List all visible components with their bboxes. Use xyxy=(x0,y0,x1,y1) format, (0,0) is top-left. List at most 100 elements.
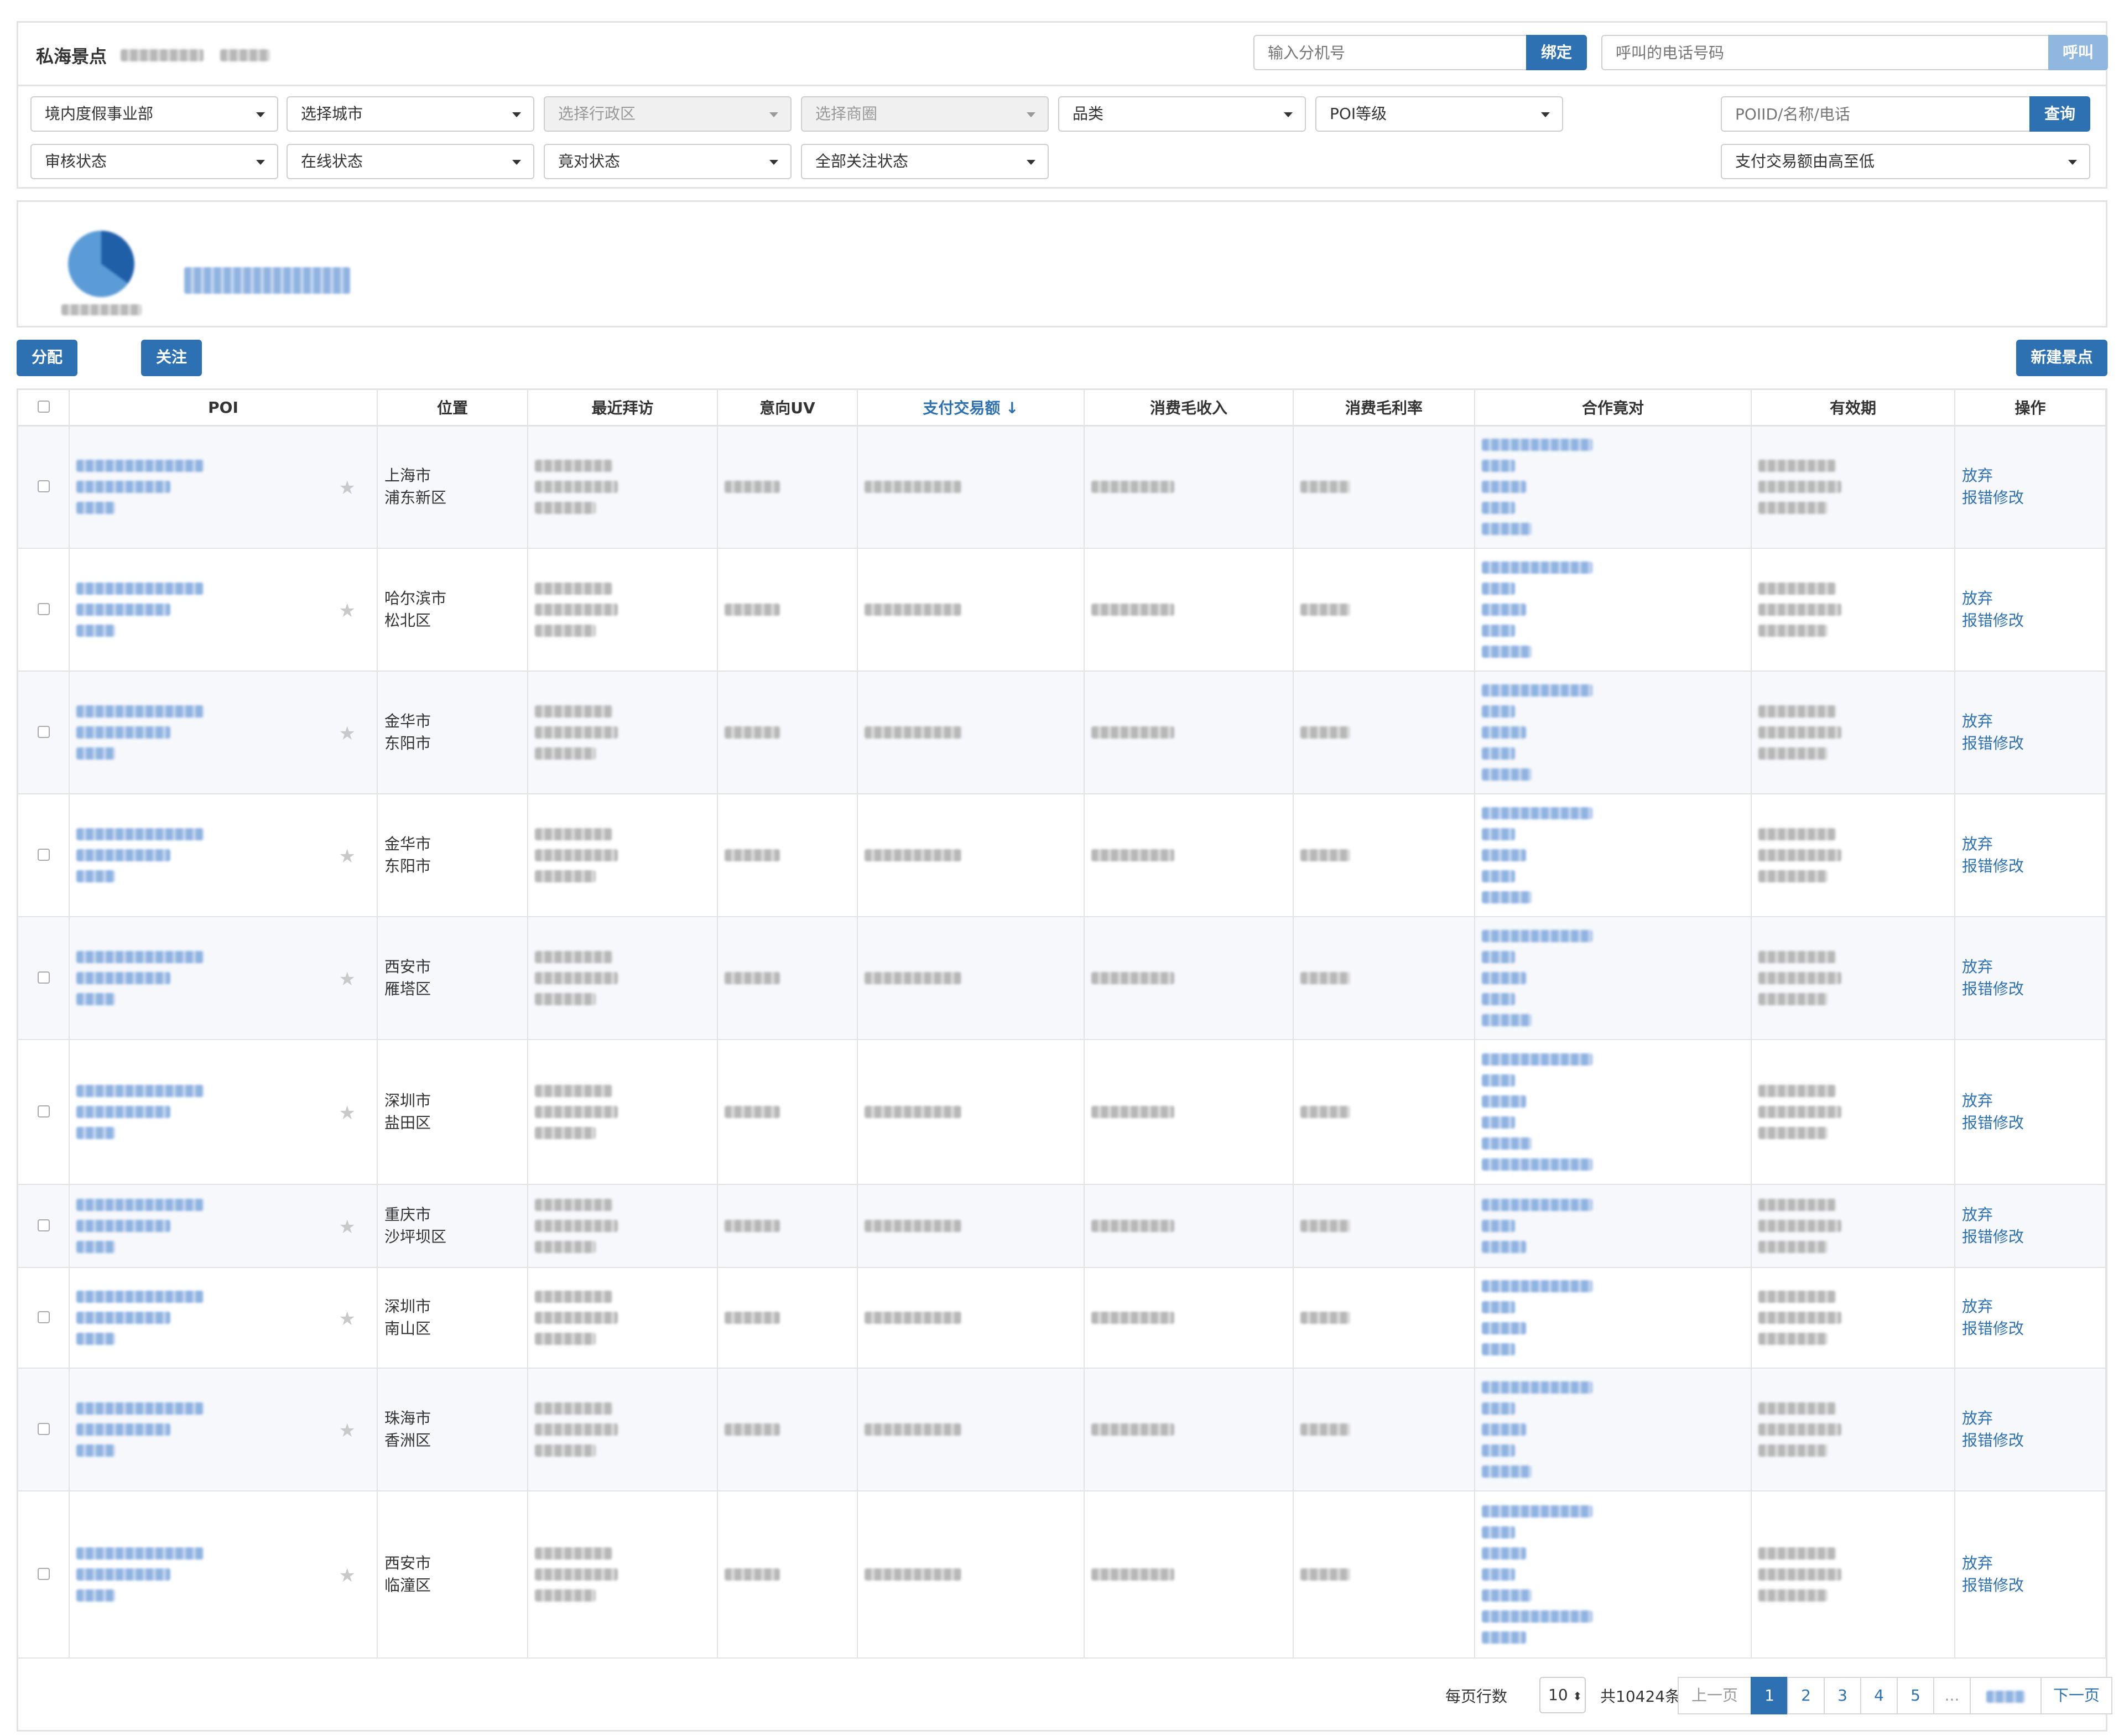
row-checkbox[interactable] xyxy=(37,848,50,861)
page-size-select[interactable]: 10 ⬍ xyxy=(1539,1677,1586,1713)
row-checkbox[interactable] xyxy=(37,1105,50,1118)
city-select[interactable]: 选择城市 xyxy=(287,96,534,132)
report-error-link[interactable]: 报错修改 xyxy=(1962,1318,2099,1340)
abandon-link[interactable]: 放弃 xyxy=(1962,588,2099,610)
row-checkbox[interactable] xyxy=(37,480,50,492)
abandon-link[interactable]: 放弃 xyxy=(1962,1090,2099,1112)
abandon-link[interactable]: 放弃 xyxy=(1962,1407,2099,1430)
sort-select[interactable]: 支付交易额由高至低 xyxy=(1721,144,2090,179)
last-page-button-blurred[interactable] xyxy=(1970,1677,2042,1714)
row-checkbox[interactable] xyxy=(37,602,50,615)
row-checkbox[interactable] xyxy=(37,1422,50,1435)
bind-button[interactable]: 绑定 xyxy=(1526,35,1587,70)
report-error-link[interactable]: 报错修改 xyxy=(1962,1226,2099,1248)
category-select[interactable]: 品类 xyxy=(1058,96,1306,132)
row-select-cell[interactable] xyxy=(18,1039,70,1185)
star-icon[interactable]: ★ xyxy=(339,477,356,499)
star-icon[interactable]: ★ xyxy=(339,1420,356,1442)
select-all-checkbox[interactable] xyxy=(37,400,50,413)
abandon-link[interactable]: 放弃 xyxy=(1962,833,2099,855)
row-select-cell[interactable] xyxy=(18,794,70,917)
row-select-cell[interactable] xyxy=(18,1368,70,1491)
abandon-link[interactable]: 放弃 xyxy=(1962,1204,2099,1226)
page-5-button[interactable]: 5 xyxy=(1897,1677,1934,1714)
poi-level-select[interactable]: POI等级 xyxy=(1315,96,1563,132)
poi-cell[interactable]: ★ xyxy=(69,1184,378,1268)
phone-input[interactable] xyxy=(1601,35,2049,70)
header-payment-amount[interactable]: 支付交易额 ↓ xyxy=(857,390,1085,427)
abandon-link[interactable]: 放弃 xyxy=(1962,956,2099,978)
poi-cell[interactable]: ★ xyxy=(69,1267,378,1369)
report-error-link[interactable]: 报错修改 xyxy=(1962,978,2099,1000)
abandon-link[interactable]: 放弃 xyxy=(1962,1296,2099,1318)
follow-status-select[interactable]: 全部关注状态 xyxy=(801,144,1049,179)
page-3-button[interactable]: 3 xyxy=(1824,1677,1861,1714)
row-select-cell[interactable] xyxy=(18,671,70,794)
row-select-cell[interactable] xyxy=(18,425,70,549)
row-checkbox[interactable] xyxy=(37,1219,50,1231)
star-icon[interactable]: ★ xyxy=(339,1216,356,1238)
star-icon[interactable]: ★ xyxy=(339,1565,356,1587)
page-2-button[interactable]: 2 xyxy=(1787,1677,1825,1714)
new-poi-button[interactable]: 新建景点 xyxy=(2016,340,2107,376)
table-row[interactable]: ★ 西安市 临潼区 放弃 报错修改 xyxy=(18,1491,2106,1659)
poi-cell[interactable]: ★ xyxy=(69,917,378,1040)
department-select[interactable]: 境内度假事业部 xyxy=(30,96,278,132)
table-row[interactable]: ★ 珠海市 香洲区 放弃 报错修改 xyxy=(18,1368,2106,1491)
table-row[interactable]: ★ 哈尔滨市 松北区 放弃 报错修改 xyxy=(18,548,2106,672)
select-all-header[interactable] xyxy=(18,390,70,427)
row-checkbox[interactable] xyxy=(37,971,50,984)
abandon-link[interactable]: 放弃 xyxy=(1962,710,2099,732)
online-status-select[interactable]: 在线状态 xyxy=(287,144,534,179)
audit-status-select[interactable]: 审核状态 xyxy=(30,144,278,179)
star-icon[interactable]: ★ xyxy=(339,1102,356,1124)
page-1-button[interactable]: 1 xyxy=(1751,1677,1788,1714)
row-checkbox[interactable] xyxy=(37,725,50,738)
report-error-link[interactable]: 报错修改 xyxy=(1962,487,2099,509)
row-checkbox[interactable] xyxy=(37,1311,50,1323)
table-row[interactable]: ★ 深圳市 盐田区 放弃 报错修改 xyxy=(18,1039,2106,1185)
row-select-cell[interactable] xyxy=(18,917,70,1040)
next-page-button[interactable]: 下一页 xyxy=(2040,1677,2112,1714)
poi-cell[interactable]: ★ xyxy=(69,1368,378,1491)
follow-button[interactable]: 关注 xyxy=(141,340,202,376)
report-error-link[interactable]: 报错修改 xyxy=(1962,855,2099,877)
row-select-cell[interactable] xyxy=(18,1491,70,1659)
star-icon[interactable]: ★ xyxy=(339,968,356,990)
star-icon[interactable]: ★ xyxy=(339,1308,356,1330)
poi-cell[interactable]: ★ xyxy=(69,1491,378,1659)
row-select-cell[interactable] xyxy=(18,1184,70,1268)
table-row[interactable]: ★ 西安市 雁塔区 放弃 报错修改 xyxy=(18,917,2106,1040)
poi-cell[interactable]: ★ xyxy=(69,425,378,549)
assign-button[interactable]: 分配 xyxy=(17,340,77,376)
call-button[interactable]: 呼叫 xyxy=(2048,35,2108,70)
star-icon[interactable]: ★ xyxy=(339,723,356,745)
row-select-cell[interactable] xyxy=(18,548,70,672)
table-row[interactable]: ★ 上海市 浦东新区 放弃 报错修改 xyxy=(18,425,2106,549)
row-select-cell[interactable] xyxy=(18,1267,70,1369)
page-4-button[interactable]: 4 xyxy=(1860,1677,1898,1714)
star-icon[interactable]: ★ xyxy=(339,845,356,867)
table-row[interactable]: ★ 重庆市 沙坪坝区 放弃 报错修改 xyxy=(18,1184,2106,1268)
poi-cell[interactable]: ★ xyxy=(69,794,378,917)
report-error-link[interactable]: 报错修改 xyxy=(1962,732,2099,755)
search-button[interactable]: 查询 xyxy=(2029,96,2090,132)
report-error-link[interactable]: 报错修改 xyxy=(1962,610,2099,632)
report-error-link[interactable]: 报错修改 xyxy=(1962,1430,2099,1452)
poi-cell[interactable]: ★ xyxy=(69,1039,378,1185)
table-row[interactable]: ★ 金华市 东阳市 放弃 报错修改 xyxy=(18,671,2106,794)
poi-cell[interactable]: ★ xyxy=(69,671,378,794)
search-input[interactable] xyxy=(1721,96,2031,132)
report-error-link[interactable]: 报错修改 xyxy=(1962,1574,2099,1597)
star-icon[interactable]: ★ xyxy=(339,600,356,622)
competitor-status-select[interactable]: 竟对状态 xyxy=(544,144,792,179)
table-row[interactable]: ★ 深圳市 南山区 放弃 报错修改 xyxy=(18,1267,2106,1369)
abandon-link[interactable]: 放弃 xyxy=(1962,465,2099,487)
extension-input[interactable] xyxy=(1253,35,1527,70)
abandon-link[interactable]: 放弃 xyxy=(1962,1552,2099,1574)
prev-page-button[interactable]: 上一页 xyxy=(1678,1677,1752,1714)
poi-cell[interactable]: ★ xyxy=(69,548,378,672)
report-error-link[interactable]: 报错修改 xyxy=(1962,1112,2099,1134)
row-checkbox[interactable] xyxy=(37,1567,50,1580)
table-row[interactable]: ★ 金华市 东阳市 放弃 报错修改 xyxy=(18,794,2106,917)
